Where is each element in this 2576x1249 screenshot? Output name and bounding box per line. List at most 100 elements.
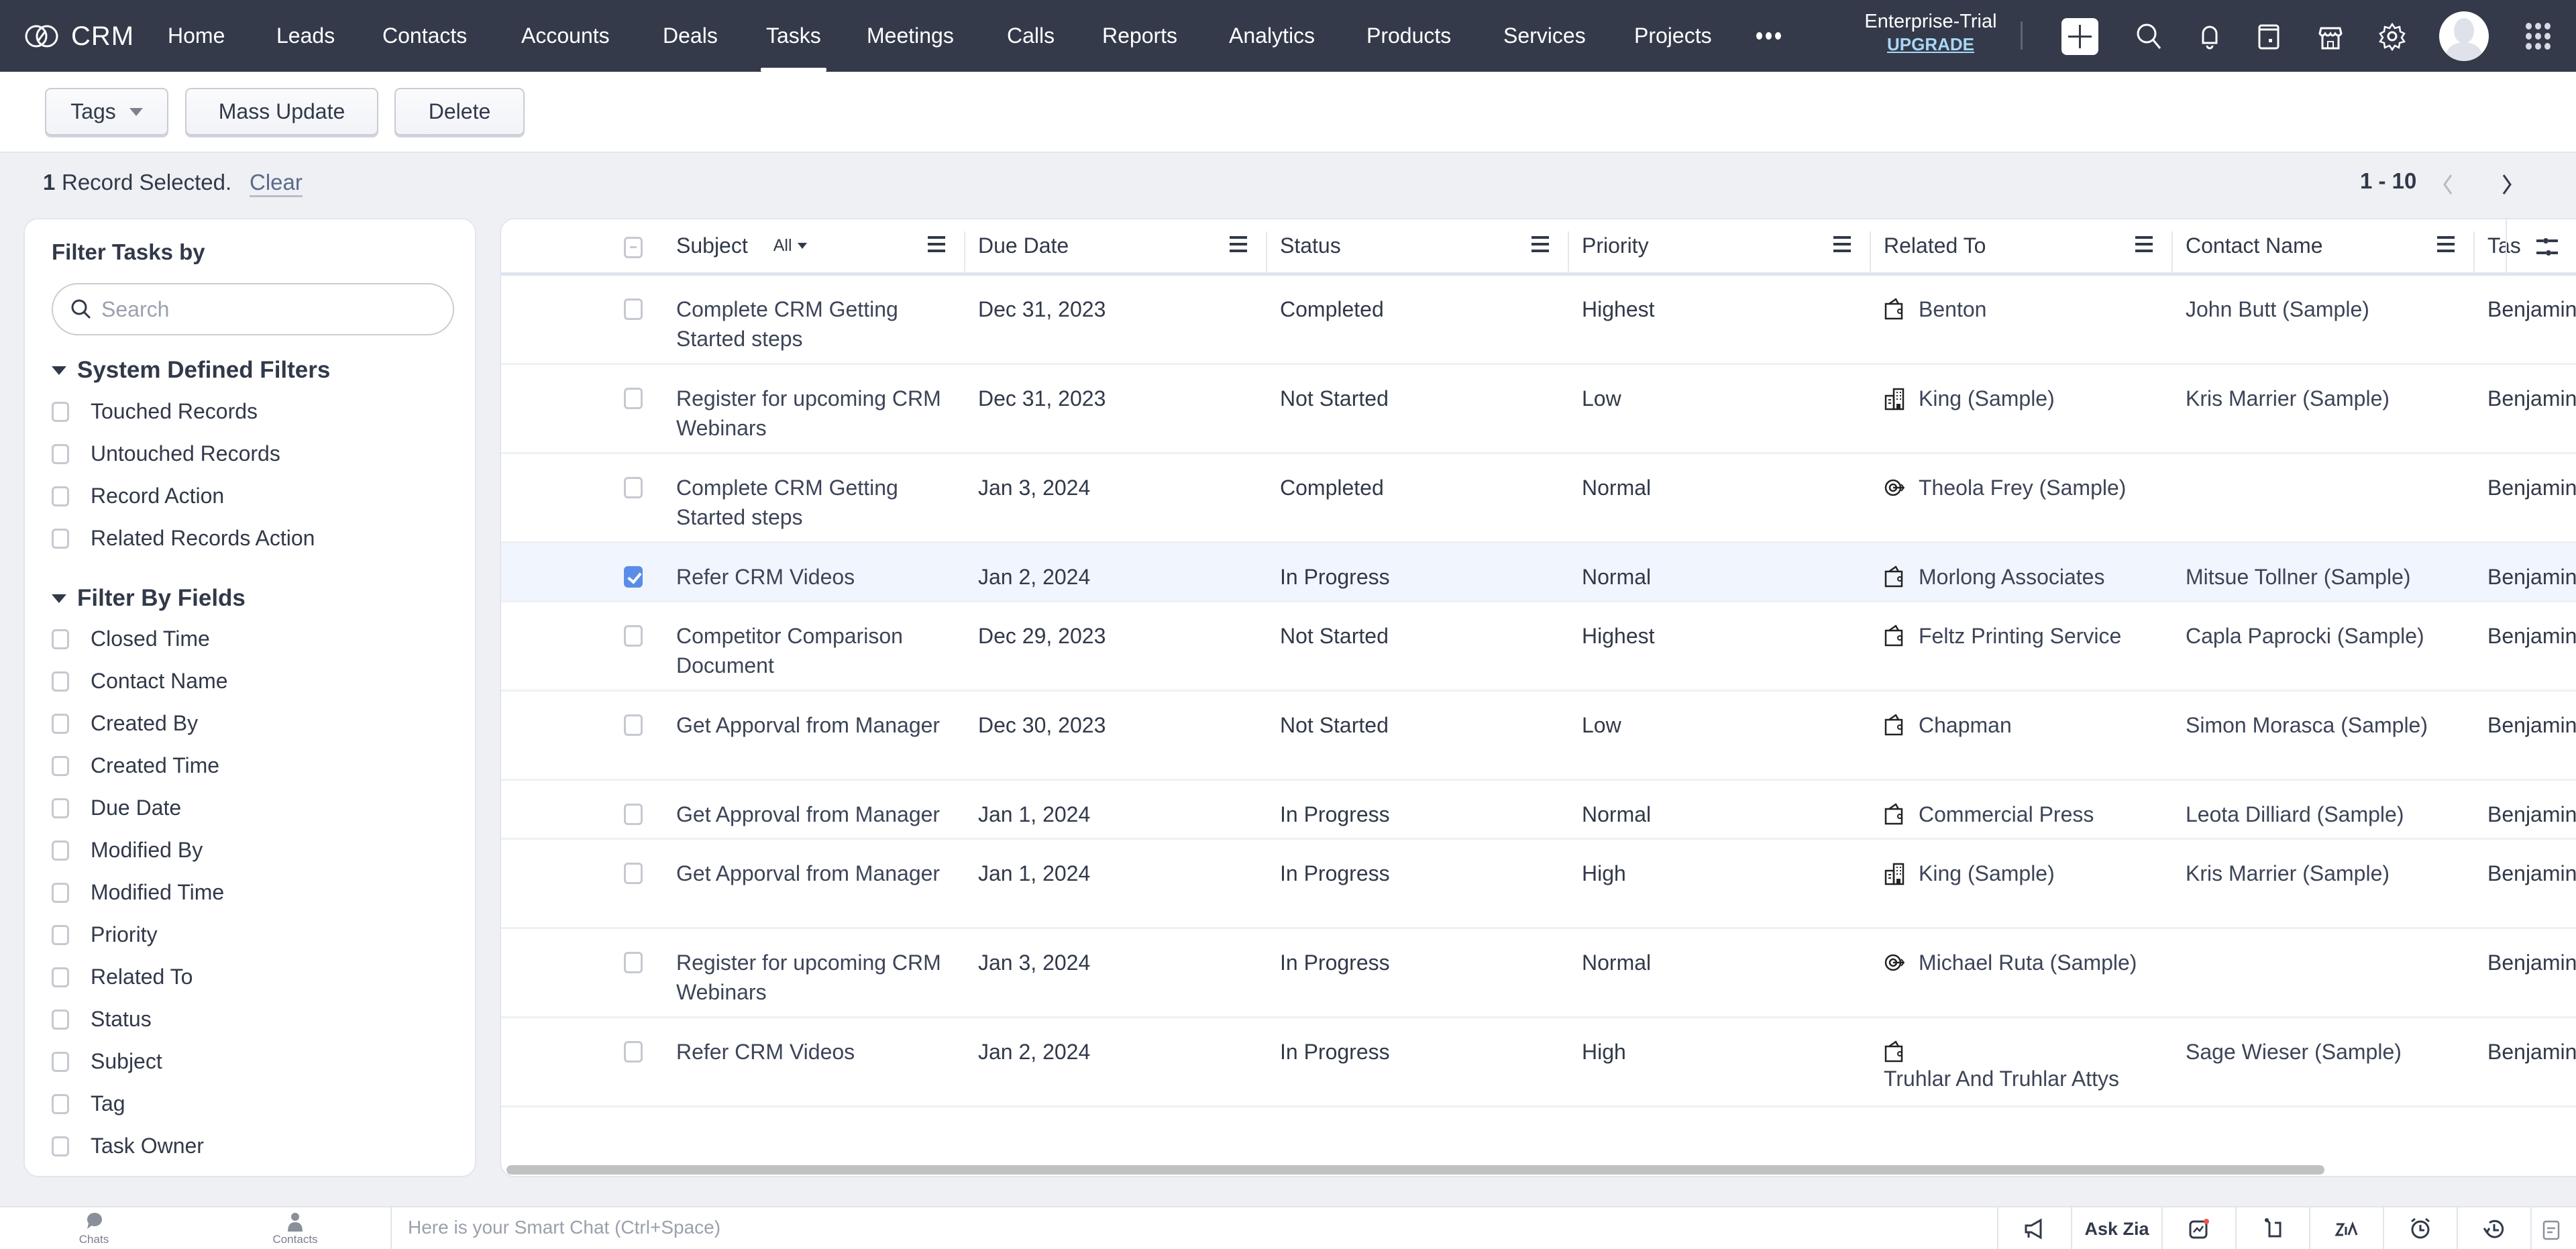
task-subject-link[interactable]: Get Approval from Manager (676, 800, 958, 829)
filter-checkbox[interactable] (52, 1093, 69, 1114)
marketplace-icon[interactable] (2314, 20, 2347, 52)
bell-icon[interactable] (2194, 20, 2226, 52)
column-menu-icon[interactable] (1833, 236, 1851, 254)
filter-checkbox[interactable] (52, 528, 69, 549)
contact-name-link[interactable]: Leota Dilliard (Sample) (2186, 800, 2404, 829)
nav-tab-services[interactable]: Services (1503, 0, 1586, 72)
horizontal-scrollbar[interactable] (506, 1165, 2324, 1175)
contacts-button[interactable]: Contacts (255, 1211, 335, 1246)
contact-name-link[interactable]: Mitsue Tollner (Sample) (2186, 562, 2411, 592)
announcement-button[interactable] (1997, 1207, 2071, 1249)
nav-tab-accounts[interactable]: Accounts (521, 0, 610, 72)
column-menu-icon[interactable] (928, 236, 945, 254)
column-menu-icon[interactable] (2135, 236, 2153, 254)
delete-button[interactable]: Delete (394, 88, 525, 135)
nav-tab-leads[interactable]: Leads (276, 0, 335, 72)
related-to-link[interactable]: King (Sample) (1884, 384, 2055, 413)
column-header-task-owner[interactable]: Tas (2487, 219, 2521, 272)
table-row[interactable]: Register for upcoming CRM Webinars Dec 31… (501, 365, 2576, 454)
table-row[interactable]: Complete CRM Getting Started steps Dec 31… (501, 276, 2576, 365)
nav-tab-meetings[interactable]: Meetings (867, 0, 954, 72)
contact-name-link[interactable]: Kris Marrier (Sample) (2186, 859, 2390, 888)
field-filter-status[interactable]: Status (52, 998, 228, 1040)
related-to-link[interactable]: Theola Frey (Sample) (1884, 473, 2126, 502)
select-all-checkbox[interactable] (624, 237, 643, 258)
row-checkbox[interactable] (624, 477, 643, 498)
nav-tab-calls[interactable]: Calls (1007, 0, 1055, 72)
task-subject-link[interactable]: Complete CRM Getting Started steps (676, 294, 958, 354)
next-page-button[interactable] (2497, 172, 2517, 197)
column-header-related-to[interactable]: Related To (1884, 219, 1986, 272)
task-subject-link[interactable]: Register for upcoming CRM Webinars (676, 384, 958, 443)
filter-checkbox[interactable] (52, 882, 69, 903)
zia-button[interactable] (2309, 1207, 2383, 1249)
column-header-status[interactable]: Status (1280, 219, 1341, 272)
row-checkbox[interactable] (624, 952, 643, 973)
chats-button[interactable]: Chats (54, 1211, 134, 1246)
more-modules-button[interactable] (1756, 25, 1783, 46)
alarm-button[interactable] (2383, 1207, 2457, 1249)
column-header-subject[interactable]: Subject All (676, 219, 807, 272)
field-filter-tag[interactable]: Tag (52, 1083, 228, 1125)
crm-logo[interactable]: CRM (23, 17, 134, 55)
related-to-link[interactable]: Truhlar And Truhlar Attys (1884, 1037, 2119, 1093)
table-row[interactable]: Get Approval from Manager Jan 1, 2024 In P… (501, 781, 2576, 840)
related-to-link[interactable]: Morlong Associates (1884, 562, 2104, 592)
nav-tab-reports[interactable]: Reports (1102, 0, 1177, 72)
field-filter-subject[interactable]: Subject (52, 1040, 228, 1083)
row-checkbox[interactable] (624, 625, 643, 647)
filter-checkbox[interactable] (52, 840, 69, 861)
nav-tab-home[interactable]: Home (168, 0, 225, 72)
nav-tab-tasks[interactable]: Tasks (761, 0, 826, 72)
filter-checkbox[interactable] (52, 401, 69, 422)
column-header-contact-name[interactable]: Contact Name (2186, 219, 2323, 272)
column-menu-icon[interactable] (1230, 236, 1247, 254)
related-to-link[interactable]: Commercial Press (1884, 800, 2094, 829)
contact-name-link[interactable]: Simon Morasca (Sample) (2186, 710, 2428, 740)
related-to-link[interactable]: Feltz Printing Service (1884, 621, 2121, 651)
field-filter-related-to[interactable]: Related To (52, 956, 228, 998)
table-row[interactable]: Refer CRM Videos Jan 2, 2024 In Progress Hi… (501, 1018, 2576, 1107)
column-header-priority[interactable]: Priority (1582, 219, 1649, 272)
field-filter-due-date[interactable]: Due Date (52, 787, 228, 829)
column-menu-icon[interactable] (1532, 236, 1549, 254)
filter-checkbox[interactable] (52, 1051, 69, 1072)
table-row[interactable]: Register for upcoming CRM Webinars Jan 3,… (501, 929, 2576, 1018)
filter-checkbox[interactable] (52, 629, 69, 649)
phone-button[interactable] (2235, 1207, 2309, 1249)
filter-checkbox[interactable] (52, 1136, 69, 1156)
contact-name-link[interactable]: Capla Paprocki (Sample) (2186, 621, 2424, 651)
table-row[interactable]: Get Apporval from Manager Jan 1, 2024 In P… (501, 840, 2576, 929)
column-menu-icon[interactable] (2437, 236, 2455, 254)
table-row[interactable]: Competitor Comparison Document Dec 29, 20… (501, 602, 2576, 692)
nav-tab-deals[interactable]: Deals (663, 0, 718, 72)
apps-grid-icon[interactable] (2526, 23, 2551, 50)
filter-checkbox[interactable] (52, 1009, 69, 1030)
smart-chat-input[interactable]: Here is your Smart Chat (Ctrl+Space) (408, 1217, 720, 1238)
search-icon[interactable] (2133, 20, 2165, 52)
calendar-icon[interactable] (2253, 20, 2285, 52)
contact-name-link[interactable]: John Butt (Sample) (2186, 294, 2369, 324)
avatar[interactable] (2439, 11, 2489, 61)
ask-zia-button[interactable]: Ask Zia (2071, 1207, 2161, 1249)
nav-tab-analytics[interactable]: Analytics (1229, 0, 1315, 72)
filter-checkbox[interactable] (52, 713, 69, 734)
clear-selection-link[interactable]: Clear (250, 170, 303, 195)
task-subject-link[interactable]: Refer CRM Videos (676, 1037, 958, 1067)
subject-filter-dropdown[interactable]: All (773, 236, 807, 256)
tags-dropdown-button[interactable]: Tags (45, 88, 168, 135)
field-filter-priority[interactable]: Priority (52, 914, 228, 956)
system-filter-untouched-records[interactable]: Untouched Records (52, 433, 315, 475)
field-filter-contact-name[interactable]: Contact Name (52, 660, 228, 702)
gear-icon[interactable] (2376, 20, 2408, 52)
history-button[interactable] (2457, 1207, 2530, 1249)
system-filter-related-records-action[interactable]: Related Records Action (52, 517, 315, 559)
column-header-due-date[interactable]: Due Date (978, 219, 1069, 272)
task-subject-link[interactable]: Refer CRM Videos (676, 562, 958, 592)
row-checkbox[interactable] (624, 714, 643, 736)
filter-search-box[interactable] (52, 283, 454, 335)
mass-update-button[interactable]: Mass Update (185, 88, 378, 135)
row-checkbox[interactable] (624, 863, 643, 884)
filter-checkbox[interactable] (52, 967, 69, 987)
row-checkbox[interactable] (624, 298, 643, 320)
